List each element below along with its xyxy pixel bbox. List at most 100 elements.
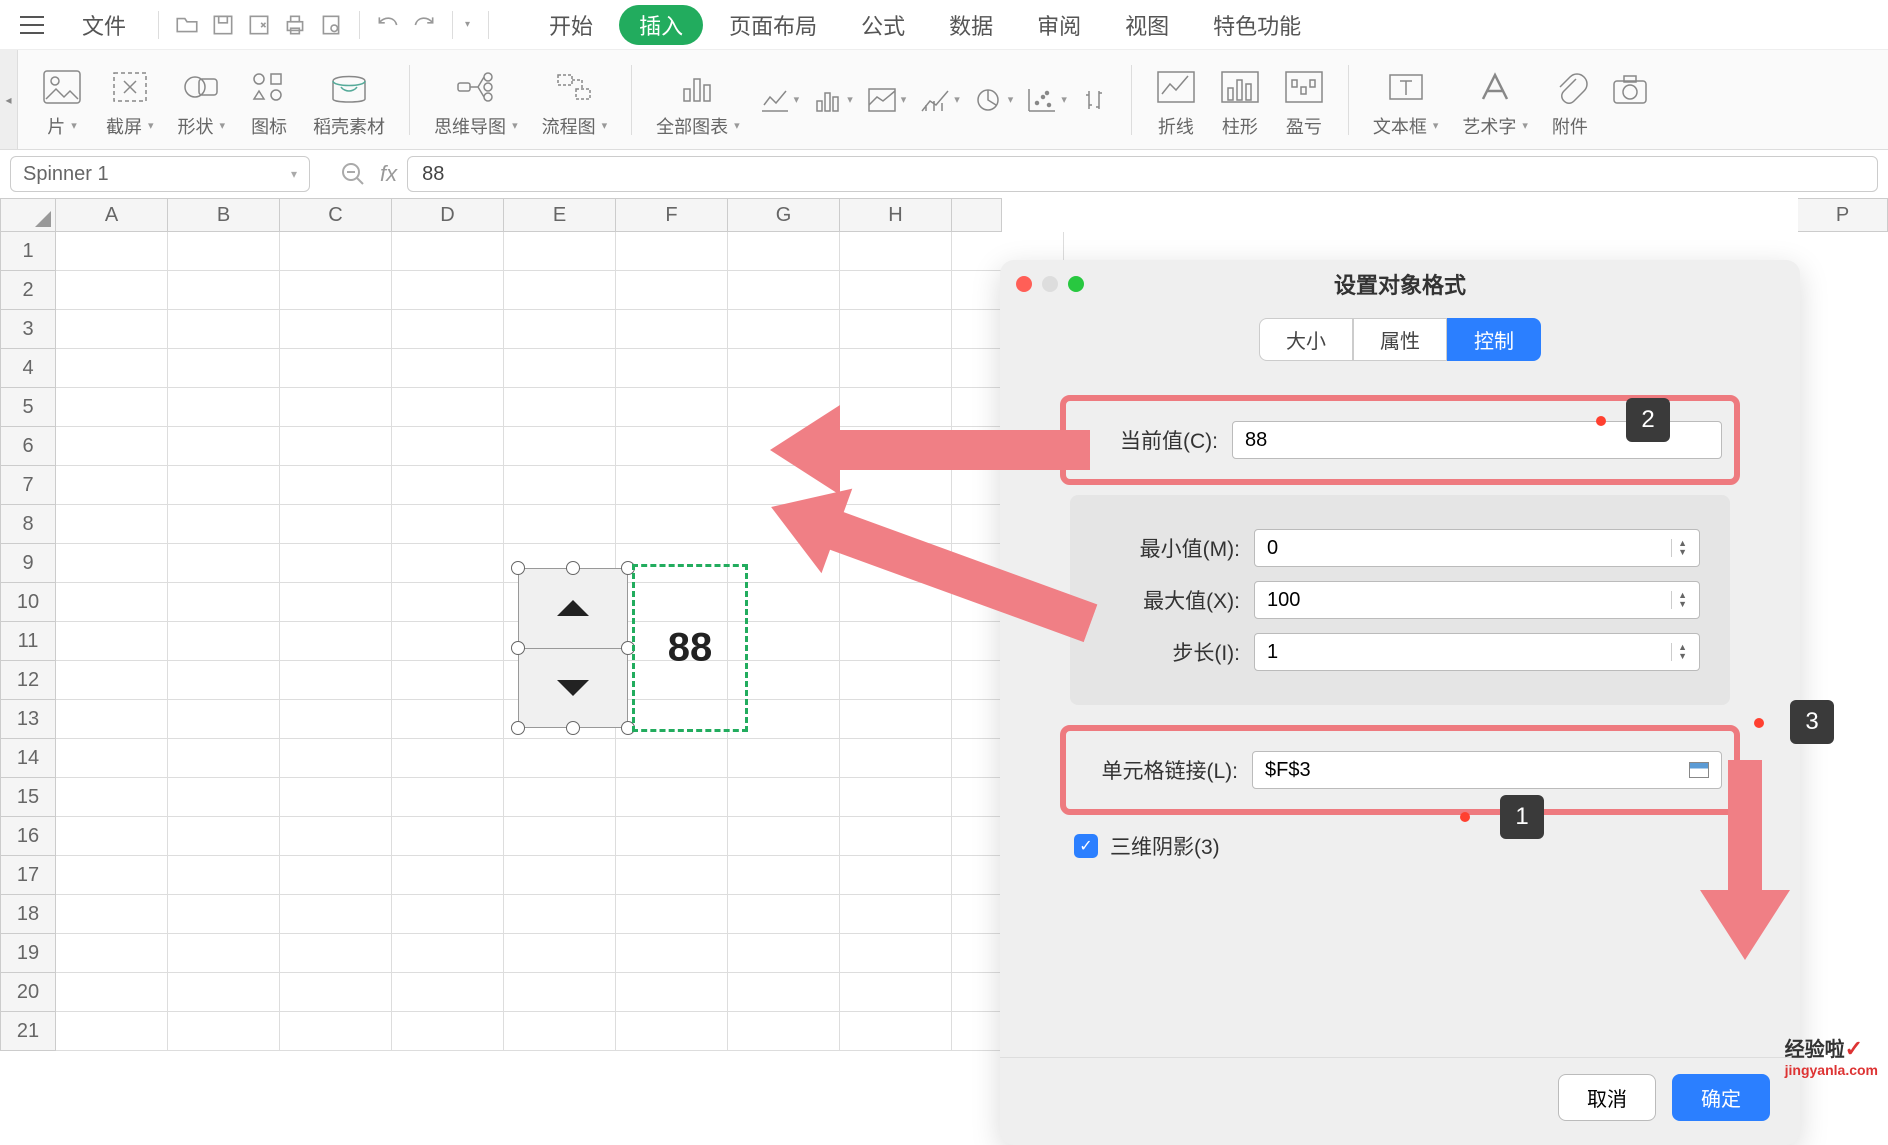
cell[interactable]: [56, 232, 168, 271]
cell[interactable]: [168, 739, 280, 778]
col-header[interactable]: E: [504, 198, 616, 232]
row-header[interactable]: 2: [0, 271, 56, 310]
ribbon-icons[interactable]: 图标: [249, 61, 289, 139]
tab-formula[interactable]: 公式: [843, 3, 923, 47]
cell[interactable]: [840, 271, 952, 310]
cell[interactable]: [392, 271, 504, 310]
cell[interactable]: [616, 973, 728, 1012]
ribbon-sparkline-line[interactable]: 折线: [1156, 61, 1196, 139]
cell[interactable]: [280, 232, 392, 271]
cell[interactable]: [728, 778, 840, 817]
cell[interactable]: [168, 778, 280, 817]
col-header[interactable]: P: [1798, 198, 1888, 232]
col-header[interactable]: B: [168, 198, 280, 232]
cell[interactable]: [168, 817, 280, 856]
dialog-tab-properties[interactable]: 属性: [1353, 318, 1447, 361]
row-header[interactable]: 21: [0, 1012, 56, 1051]
cell[interactable]: [728, 271, 840, 310]
shadow-checkbox-row[interactable]: ✓ 三维阴影(3): [1074, 831, 1726, 861]
row-header[interactable]: 4: [0, 349, 56, 388]
selection-handle[interactable]: [511, 641, 525, 655]
ribbon-wordart[interactable]: 艺术字▾: [1462, 61, 1528, 139]
formula-input[interactable]: 88: [407, 156, 1878, 192]
ribbon-camera[interactable]: [1612, 63, 1648, 136]
cell[interactable]: [616, 1012, 728, 1051]
max-input[interactable]: 100▲▼: [1254, 581, 1700, 619]
ribbon-allcharts[interactable]: 全部图表▾: [656, 61, 740, 139]
step-input[interactable]: 1▲▼: [1254, 633, 1700, 671]
cell[interactable]: [280, 895, 392, 934]
cell[interactable]: [728, 349, 840, 388]
cell[interactable]: [392, 973, 504, 1012]
ribbon-mindmap[interactable]: 思维导图▾: [434, 61, 518, 139]
cell[interactable]: [280, 700, 392, 739]
cell[interactable]: [616, 427, 728, 466]
cell[interactable]: [504, 778, 616, 817]
cell[interactable]: [728, 895, 840, 934]
chart-bar-icon[interactable]: ▾: [811, 83, 853, 117]
selection-handle[interactable]: [511, 561, 525, 575]
cell[interactable]: [728, 934, 840, 973]
cell[interactable]: [168, 895, 280, 934]
selection-handle[interactable]: [511, 721, 525, 735]
spinner-control[interactable]: [518, 568, 628, 728]
checkbox-checked-icon[interactable]: ✓: [1074, 834, 1098, 858]
cell[interactable]: [504, 388, 616, 427]
cell[interactable]: [504, 973, 616, 1012]
cell[interactable]: [616, 895, 728, 934]
cell[interactable]: [56, 271, 168, 310]
cell[interactable]: [56, 388, 168, 427]
col-header[interactable]: C: [280, 198, 392, 232]
cell[interactable]: [392, 1012, 504, 1051]
cell[interactable]: [392, 934, 504, 973]
selection-handle[interactable]: [566, 721, 580, 735]
cell[interactable]: [728, 817, 840, 856]
tab-start[interactable]: 开始: [531, 3, 611, 47]
cell[interactable]: [840, 778, 952, 817]
stepper-icon[interactable]: ▲▼: [1671, 591, 1687, 609]
cell[interactable]: [56, 661, 168, 700]
cell[interactable]: [392, 310, 504, 349]
row-header[interactable]: 12: [0, 661, 56, 700]
cell[interactable]: [728, 310, 840, 349]
cell[interactable]: [616, 349, 728, 388]
cell[interactable]: [840, 661, 952, 700]
cell[interactable]: [504, 895, 616, 934]
cell[interactable]: [392, 505, 504, 544]
cell[interactable]: [56, 739, 168, 778]
cell[interactable]: [840, 232, 952, 271]
cell[interactable]: [280, 778, 392, 817]
cell[interactable]: [616, 310, 728, 349]
row-header[interactable]: 7: [0, 466, 56, 505]
cell[interactable]: [504, 310, 616, 349]
ribbon-flowchart[interactable]: 流程图▾: [542, 61, 608, 139]
dialog-tab-size[interactable]: 大小: [1259, 318, 1353, 361]
cell[interactable]: [504, 739, 616, 778]
preview-icon[interactable]: [317, 11, 345, 39]
cell[interactable]: [504, 349, 616, 388]
cell[interactable]: [616, 739, 728, 778]
dialog-titlebar[interactable]: 设置对象格式: [1000, 260, 1800, 308]
cell[interactable]: [56, 349, 168, 388]
row-header[interactable]: 15: [0, 778, 56, 817]
cell[interactable]: [840, 817, 952, 856]
cell[interactable]: [168, 934, 280, 973]
cell[interactable]: [168, 544, 280, 583]
cell[interactable]: [280, 271, 392, 310]
ribbon-picture[interactable]: 片▾: [42, 61, 82, 139]
cell[interactable]: [392, 427, 504, 466]
row-header[interactable]: 6: [0, 427, 56, 466]
cell[interactable]: [280, 856, 392, 895]
stepper-icon[interactable]: ▲▼: [1671, 539, 1687, 557]
cell[interactable]: [840, 973, 952, 1012]
cell[interactable]: [168, 700, 280, 739]
select-all-corner[interactable]: [0, 198, 56, 232]
cell[interactable]: [280, 973, 392, 1012]
ribbon-collapse-tab[interactable]: ◂: [0, 50, 18, 149]
tab-data[interactable]: 数据: [931, 3, 1011, 47]
row-header[interactable]: 5: [0, 388, 56, 427]
minimize-icon[interactable]: [1042, 276, 1058, 292]
cell[interactable]: [280, 661, 392, 700]
cell[interactable]: [392, 739, 504, 778]
maximize-icon[interactable]: [1068, 276, 1084, 292]
